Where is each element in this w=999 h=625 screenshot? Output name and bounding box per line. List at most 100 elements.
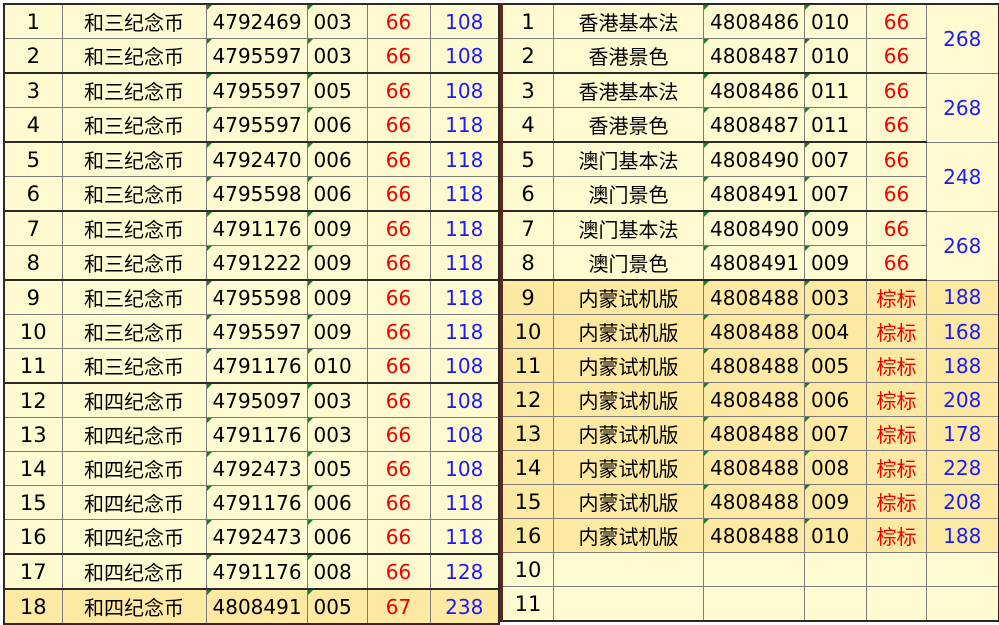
row-number-cell[interactable]: 10 — [501, 552, 554, 587]
face-value-cell[interactable]: 棕标 — [866, 484, 927, 519]
item-name-cell[interactable]: 和三纪念币 — [61, 141, 207, 177]
price-cell[interactable]: 208 — [926, 382, 999, 417]
face-value-cell[interactable]: 66 — [366, 107, 431, 143]
item-name-cell[interactable]: 内蒙试机版 — [553, 484, 704, 519]
item-name-cell[interactable] — [553, 552, 704, 587]
item-code-cell[interactable]: 4808488 — [703, 416, 805, 451]
row-number-cell[interactable]: 7 — [3, 210, 63, 246]
row-number-cell[interactable]: 15 — [3, 485, 63, 520]
face-value-cell[interactable] — [866, 586, 927, 622]
item-name-cell[interactable]: 和三纪念币 — [61, 279, 207, 315]
price-cell[interactable]: 228 — [926, 450, 999, 485]
face-value-cell[interactable]: 66 — [866, 3, 927, 39]
pair-price-cell[interactable]: 268 — [926, 210, 999, 281]
face-value-cell[interactable]: 66 — [366, 451, 431, 486]
lot-number-cell[interactable]: 003 — [306, 382, 368, 418]
item-code-cell[interactable]: 4808488 — [703, 382, 805, 417]
pair-price-cell[interactable]: 248 — [926, 141, 999, 212]
face-value-cell[interactable]: 66 — [866, 141, 927, 177]
face-value-cell[interactable]: 棕标 — [866, 348, 927, 383]
face-value-cell[interactable]: 棕标 — [866, 450, 927, 485]
item-code-cell[interactable]: 4792473 — [205, 519, 308, 555]
item-name-cell[interactable]: 香港景色 — [553, 107, 704, 143]
price-cell[interactable]: 118 — [429, 107, 500, 143]
item-name-cell[interactable]: 和四纪念币 — [61, 553, 207, 590]
lot-number-cell[interactable]: 003 — [306, 3, 368, 39]
lot-number-cell[interactable]: 009 — [306, 210, 368, 246]
price-cell[interactable]: 118 — [429, 485, 500, 520]
row-number-cell[interactable]: 5 — [501, 141, 554, 177]
pair-price-cell[interactable]: 268 — [926, 72, 999, 143]
row-number-cell[interactable]: 6 — [501, 176, 554, 212]
item-name-cell[interactable]: 内蒙试机版 — [553, 314, 704, 349]
item-name-cell[interactable]: 和四纪念币 — [61, 451, 207, 486]
lot-number-cell[interactable]: 006 — [306, 141, 368, 177]
face-value-cell[interactable]: 66 — [366, 3, 431, 39]
lot-number-cell[interactable]: 003 — [804, 279, 867, 315]
lot-number-cell[interactable]: 006 — [804, 382, 867, 417]
item-code-cell[interactable]: 4792470 — [205, 141, 308, 177]
row-number-cell[interactable]: 18 — [3, 588, 63, 625]
item-name-cell[interactable]: 和四纪念币 — [61, 519, 207, 555]
item-code-cell[interactable]: 4808491 — [205, 588, 308, 625]
item-code-cell[interactable]: 4808488 — [703, 314, 805, 349]
price-cell[interactable]: 118 — [429, 279, 500, 315]
item-name-cell[interactable]: 内蒙试机版 — [553, 416, 704, 451]
row-number-cell[interactable]: 13 — [3, 417, 63, 452]
item-name-cell[interactable]: 和三纪念币 — [61, 72, 207, 108]
lot-number-cell[interactable]: 005 — [306, 72, 368, 108]
face-value-cell[interactable]: 66 — [866, 72, 927, 108]
face-value-cell[interactable]: 棕标 — [866, 416, 927, 451]
row-number-cell[interactable]: 15 — [501, 484, 554, 519]
lot-number-cell[interactable]: 007 — [804, 141, 867, 177]
lot-number-cell[interactable]: 003 — [306, 417, 368, 452]
face-value-cell[interactable]: 66 — [366, 417, 431, 452]
face-value-cell[interactable]: 66 — [366, 176, 431, 212]
item-name-cell[interactable]: 和三纪念币 — [61, 245, 207, 281]
face-value-cell[interactable]: 66 — [866, 176, 927, 212]
price-cell[interactable]: 118 — [429, 210, 500, 246]
row-number-cell[interactable]: 16 — [3, 519, 63, 555]
face-value-cell[interactable]: 67 — [366, 588, 431, 625]
face-value-cell[interactable]: 66 — [866, 107, 927, 143]
item-name-cell[interactable]: 香港基本法 — [553, 72, 704, 108]
row-number-cell[interactable]: 12 — [501, 382, 554, 417]
item-code-cell[interactable]: 4808488 — [703, 279, 805, 315]
item-name-cell[interactable]: 内蒙试机版 — [553, 382, 704, 417]
item-code-cell[interactable]: 4791222 — [205, 245, 308, 281]
item-name-cell[interactable]: 和四纪念币 — [61, 417, 207, 452]
item-code-cell[interactable]: 4808488 — [703, 484, 805, 519]
price-cell[interactable]: 118 — [429, 314, 500, 349]
row-number-cell[interactable]: 16 — [501, 518, 554, 553]
face-value-cell[interactable]: 66 — [366, 519, 431, 555]
lot-number-cell[interactable]: 006 — [306, 107, 368, 143]
item-code-cell[interactable]: 4795597 — [205, 107, 308, 143]
price-cell[interactable] — [926, 586, 999, 622]
item-code-cell[interactable]: 4791176 — [205, 210, 308, 246]
item-code-cell[interactable]: 4808487 — [703, 107, 805, 143]
lot-number-cell[interactable]: 007 — [804, 176, 867, 212]
item-code-cell[interactable]: 4792473 — [205, 451, 308, 486]
row-number-cell[interactable]: 7 — [501, 210, 554, 246]
item-name-cell[interactable]: 内蒙试机版 — [553, 279, 704, 315]
price-cell[interactable]: 238 — [429, 588, 500, 625]
price-cell[interactable] — [926, 552, 999, 587]
row-number-cell[interactable]: 10 — [501, 314, 554, 349]
price-cell[interactable]: 178 — [926, 416, 999, 451]
item-code-cell[interactable] — [703, 552, 805, 587]
row-number-cell[interactable]: 6 — [3, 176, 63, 212]
lot-number-cell[interactable]: 003 — [306, 38, 368, 74]
face-value-cell[interactable]: 66 — [366, 553, 431, 590]
row-number-cell[interactable]: 4 — [501, 107, 554, 143]
item-code-cell[interactable]: 4792469 — [205, 3, 308, 39]
face-value-cell[interactable]: 棕标 — [866, 314, 927, 349]
price-cell[interactable]: 108 — [429, 417, 500, 452]
lot-number-cell[interactable]: 005 — [804, 348, 867, 383]
item-name-cell[interactable]: 澳门景色 — [553, 176, 704, 212]
row-number-cell[interactable]: 11 — [501, 348, 554, 383]
price-cell[interactable]: 188 — [926, 279, 999, 315]
lot-number-cell[interactable]: 009 — [804, 245, 867, 281]
lot-number-cell[interactable]: 008 — [804, 450, 867, 485]
item-name-cell[interactable]: 内蒙试机版 — [553, 450, 704, 485]
item-name-cell[interactable]: 内蒙试机版 — [553, 348, 704, 383]
